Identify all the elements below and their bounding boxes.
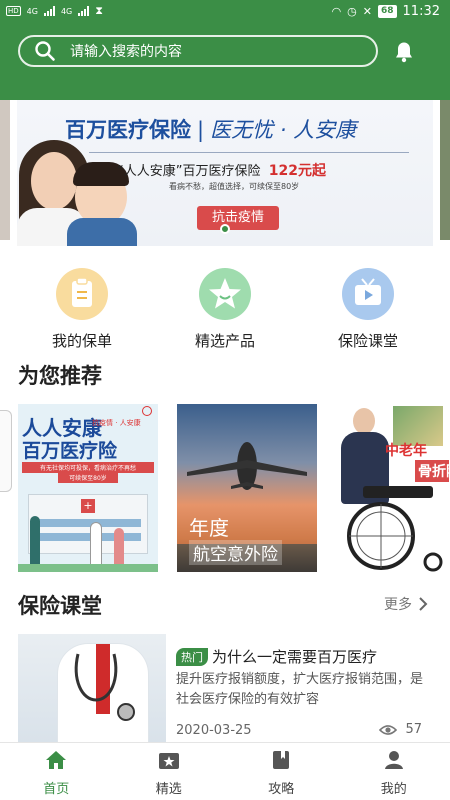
hourglass-icon: ⧗ xyxy=(95,4,103,17)
policy-icon xyxy=(56,268,108,320)
headset-icon: ◠ xyxy=(331,5,342,18)
quick-entry-label: 我的保单 xyxy=(51,332,112,350)
views-count: 57 xyxy=(405,722,422,737)
more-label: 更多 xyxy=(384,597,412,613)
quick-entry-featured-products[interactable]: 精选产品 xyxy=(170,268,280,351)
carousel-indicator xyxy=(220,224,230,234)
stethoscope-icon xyxy=(74,653,135,721)
card-title-line2: 骨折险 xyxy=(415,460,449,482)
hot-badge: 热门 xyxy=(176,647,208,666)
network-label-a: 4G xyxy=(26,6,38,16)
nav-label: 我的 xyxy=(380,782,407,797)
signal-icon xyxy=(43,6,55,16)
bottom-navigation: 首页 精选 攻略 我的 xyxy=(0,742,450,800)
nav-profile[interactable]: 我的 xyxy=(338,743,450,800)
classroom-section-title: 保险课堂 xyxy=(18,594,102,618)
status-bar: HD 4G 4G ⧗ ◠ ◷ ✕ 68 11:32 xyxy=(0,0,450,26)
card-tag: 抗疫情 · 人安康 xyxy=(92,419,141,427)
airplane-icon xyxy=(187,442,307,490)
banner-title: 百万医疗保险 | 医无忧 · 人安康 xyxy=(65,114,356,144)
hd-badge: HD xyxy=(6,6,21,16)
featured-icon xyxy=(158,753,179,769)
battery-indicator: 68 xyxy=(378,5,397,18)
banner-carousel[interactable]: 百万医疗保险 | 医无忧 · 人安康 “人人安康”百万医疗保险 122元起 看病不愁… xyxy=(0,100,450,248)
home-icon xyxy=(46,751,67,769)
card-title-line2: 航空意外险 xyxy=(189,540,282,565)
chevron-right-icon xyxy=(419,597,428,611)
search-placeholder: 请输入搜索的内容 xyxy=(70,44,182,60)
signal-icon-2 xyxy=(78,6,90,16)
recommend-section-title: 为您推荐 xyxy=(18,364,102,388)
figure-3 xyxy=(114,528,124,566)
profile-icon xyxy=(384,751,403,769)
recommend-card-aviation[interactable]: 年度 航空意外险 xyxy=(177,404,317,572)
article-description: 提升医疗报销额度，扩大医疗报销范围，是社会医疗保险的有效扩容 xyxy=(176,672,424,707)
side-drawer-handle[interactable] xyxy=(0,410,12,492)
alarm-icon: ◷ xyxy=(347,5,357,18)
search-icon xyxy=(35,41,55,61)
figure-1 xyxy=(30,516,40,566)
notification-bell-icon[interactable] xyxy=(392,40,416,64)
star-icon xyxy=(199,268,251,320)
wifi-off-icon: ✕ xyxy=(362,5,372,18)
article-date: 2020-03-25 xyxy=(176,723,252,738)
banner-slide[interactable]: 百万医疗保险 | 医无忧 · 人安康 “人人安康”百万医疗保险 122元起 看病不愁… xyxy=(17,100,433,246)
banner-subtitle: “人人安康”百万医疗保险 122元起 xyxy=(117,160,326,180)
figure-2 xyxy=(90,522,102,566)
more-link[interactable]: 更多 xyxy=(384,594,428,614)
banner-title-separator: | xyxy=(197,118,205,142)
banner-divider xyxy=(89,152,409,153)
banner-next-peek xyxy=(440,100,450,240)
guide-book-icon xyxy=(273,751,290,769)
quick-entry-label: 保险课堂 xyxy=(337,332,398,350)
nav-label: 攻略 xyxy=(268,782,295,797)
banner-prev-peek xyxy=(0,100,10,240)
eye-icon xyxy=(379,724,398,735)
quick-entry-label: 精选产品 xyxy=(194,332,255,350)
nav-home[interactable]: 首页 xyxy=(0,743,113,800)
nav-label: 首页 xyxy=(43,782,70,797)
nav-guide[interactable]: 攻略 xyxy=(225,743,338,800)
fight-epidemic-button[interactable]: 抗击疫情 xyxy=(197,206,279,230)
nav-featured[interactable]: 精选 xyxy=(113,743,226,800)
elderly-man-head xyxy=(353,408,375,434)
article-thumbnail[interactable] xyxy=(18,634,166,742)
banner-price: 122元起 xyxy=(268,163,326,179)
card-title-line2: 百万医疗险 xyxy=(22,440,118,462)
article-views: 57 xyxy=(379,722,422,737)
article-title: 为什么一定需要百万医疗 xyxy=(212,648,378,666)
card-title-line1: 年度 xyxy=(189,516,229,540)
network-label-b: 4G xyxy=(60,6,73,16)
quick-entry-insurance-class[interactable]: 保险课堂 xyxy=(313,268,423,351)
banner-note: 看病不愁，超值选择，可续保至80岁 xyxy=(169,182,300,191)
search-bar[interactable]: 请输入搜索的内容 xyxy=(18,35,378,67)
app-header: HD 4G 4G ⧗ ◠ ◷ ✕ 68 11:32 请输入搜索的内容 xyxy=(0,0,450,100)
nav-label: 精选 xyxy=(155,782,182,797)
card-caption-2: 可续保至80岁 xyxy=(58,472,118,483)
card-title-line1: 中老年 xyxy=(385,443,427,459)
wheelchair-icon xyxy=(347,486,443,572)
banner-title-main: 百万医疗保险 xyxy=(65,118,191,142)
recommend-card-elderly[interactable]: 中老年 骨折险 xyxy=(333,404,450,572)
clock: 11:32 xyxy=(402,4,440,19)
banner-product-name: “人人安康”百万医疗保险 xyxy=(117,164,261,179)
banner-illustration-child-body xyxy=(67,218,137,246)
tv-icon xyxy=(342,268,394,320)
banner-slogan: 医无忧 · 人安康 xyxy=(210,118,357,142)
recommend-card-health[interactable]: 人人安康 抗疫情 · 人安康 百万医疗险 有无社保均可投保，看病治疗不再愁 可续… xyxy=(18,404,158,572)
grass-strip xyxy=(18,564,158,572)
red-cross-badge-icon xyxy=(142,406,152,416)
banner-illustration-mother-face xyxy=(31,152,77,210)
hospital-illustration: + xyxy=(28,494,148,554)
quick-entry-my-policy[interactable]: 我的保单 xyxy=(27,268,137,351)
article-title-row[interactable]: 热门 为什么一定需要百万医疗 xyxy=(176,646,436,667)
